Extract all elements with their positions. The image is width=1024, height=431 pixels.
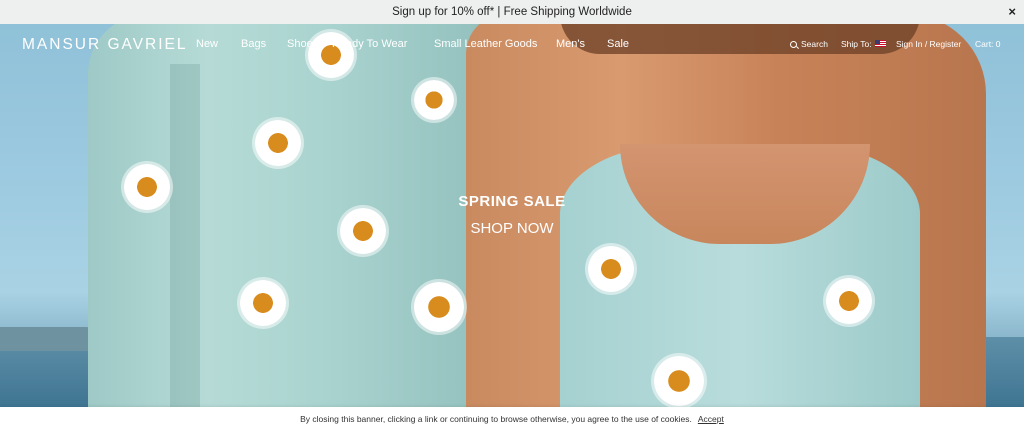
cookie-banner: By closing this banner, clicking a link …: [0, 407, 1024, 431]
daisy-embroidery: [414, 80, 454, 120]
promo-bar: Sign up for 10% off* | Free Shipping Wor…: [0, 0, 1024, 24]
close-icon[interactable]: ×: [1008, 4, 1016, 20]
daisy-embroidery: [654, 356, 704, 406]
nav-item-sale[interactable]: Sale: [607, 38, 629, 50]
daisy-embroidery: [255, 120, 301, 166]
accept-cookies-link[interactable]: Accept: [698, 414, 724, 424]
hero-title: SPRING SALE: [458, 193, 566, 210]
search-icon: [790, 41, 797, 48]
cookie-text: By closing this banner, clicking a link …: [300, 414, 692, 424]
ship-to-label: Ship To:: [841, 39, 872, 49]
nav-item-mens[interactable]: Men's: [556, 38, 585, 50]
hero-banner[interactable]: [0, 24, 1024, 407]
nav-item-bags[interactable]: Bags: [241, 38, 266, 50]
nav-item-shoes[interactable]: Shoes: [287, 38, 318, 50]
us-flag-icon: [874, 40, 886, 47]
daisy-embroidery: [588, 246, 634, 292]
nav-item-ready-to-wear[interactable]: Ready To Wear: [332, 38, 407, 50]
daisy-embroidery: [240, 280, 286, 326]
shop-now-link[interactable]: SHOP NOW: [470, 220, 553, 237]
nav-item-new[interactable]: New: [196, 38, 218, 50]
daisy-embroidery: [826, 278, 872, 324]
hero-cta-wrapper: SHOP NOW: [0, 220, 1024, 237]
search-link[interactable]: Search: [790, 39, 828, 49]
cart-link[interactable]: Cart: 0: [975, 39, 1001, 49]
nav-item-small-leather-goods[interactable]: Small Leather Goods: [434, 38, 537, 50]
brand-logo[interactable]: MANSUR GAVRIEL: [22, 36, 188, 54]
promo-text[interactable]: Sign up for 10% off* | Free Shipping Wor…: [392, 6, 632, 18]
daisy-embroidery: [414, 282, 464, 332]
ship-to-selector[interactable]: Ship To:: [841, 39, 886, 49]
search-label: Search: [801, 39, 828, 49]
sign-in-link[interactable]: Sign In / Register: [896, 39, 961, 49]
